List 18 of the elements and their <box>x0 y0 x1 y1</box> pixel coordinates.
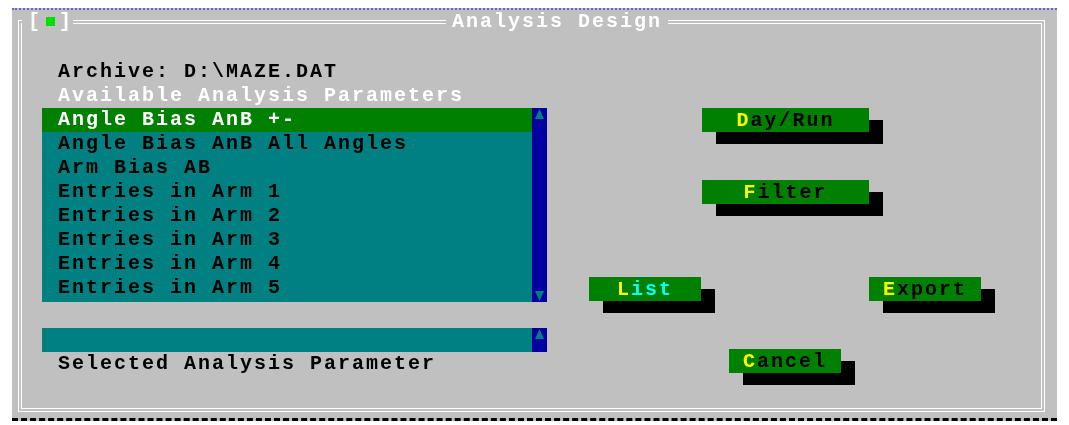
list-item[interactable]: Arm Bias AB <box>42 156 532 180</box>
list-item[interactable]: Entries in Arm 1 <box>42 180 532 204</box>
window-title: Analysis Design <box>446 10 669 33</box>
field-label: Selected Analysis Parameter <box>57 352 438 376</box>
scroll-up-icon[interactable] <box>534 328 545 340</box>
scrollbar[interactable] <box>532 328 547 352</box>
list-item[interactable]: Entries in Arm 4 <box>42 252 532 276</box>
scrollbar[interactable] <box>532 108 547 302</box>
list-item[interactable]: Entries in Arm 3 <box>42 228 532 252</box>
list-item[interactable]: Angle Bias AnB +- <box>42 108 532 132</box>
scroll-up-icon[interactable] <box>534 108 545 120</box>
list-item[interactable]: Entries in Arm 2 <box>42 204 532 228</box>
archive-label: Archive: D:\MAZE.DAT <box>57 60 340 84</box>
list-heading: Available Analysis Parameters <box>57 84 466 108</box>
selected-parameter-field[interactable] <box>42 328 547 352</box>
list-item[interactable]: Angle Bias AnB All Angles <box>42 132 532 156</box>
scroll-down-icon[interactable] <box>534 290 545 302</box>
list-item[interactable]: Entries in Arm 5 <box>42 276 532 300</box>
